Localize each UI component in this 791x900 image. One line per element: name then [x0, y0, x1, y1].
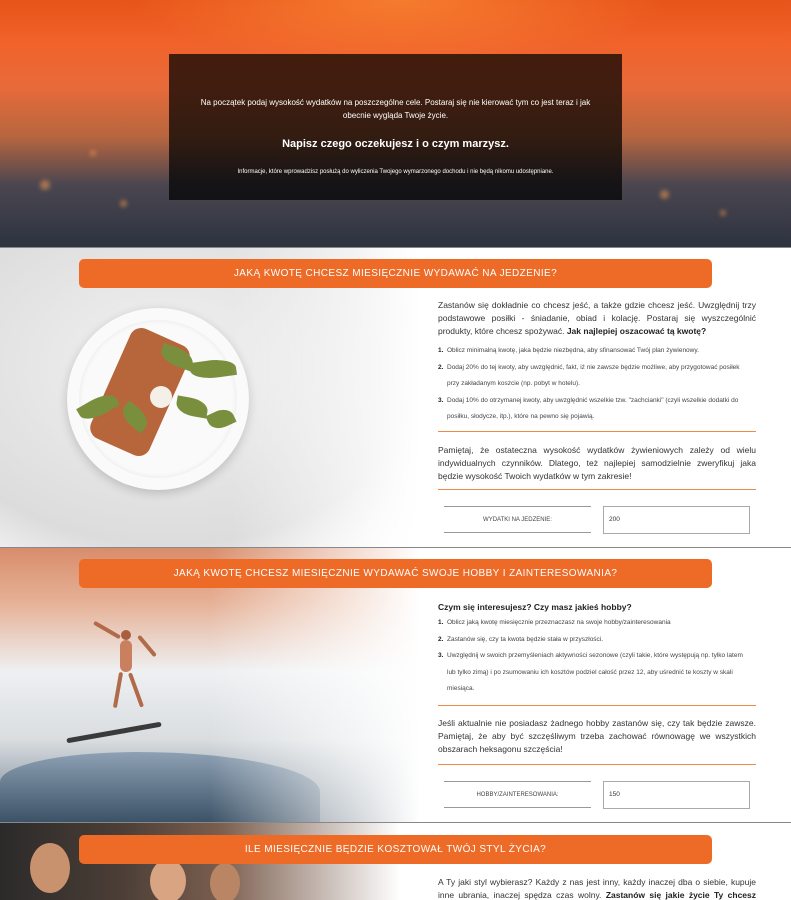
spinach-leaf	[188, 356, 238, 382]
food-banner: JAKĄ KWOTĘ CHCESZ MIESIĘCZNIE WYDAWAĆ NA…	[79, 259, 712, 288]
list-item: 2. Dodaj 20% do tej kwoty, aby uwzględnić…	[438, 363, 740, 371]
food-intro: Zastanów się dokładnie co chcesz jeść, a…	[438, 299, 756, 338]
hero-title: Napisz czego oczekujesz i o czym marzysz…	[282, 138, 509, 150]
rider-leg	[127, 672, 145, 708]
divider	[438, 705, 756, 706]
list-item: przy zakładanym koszcie (np. pobyt w hot…	[447, 380, 580, 387]
hobby-section: JAKĄ KWOTĘ CHCESZ MIESIĘCZNIE WYDAWAĆ SW…	[0, 547, 791, 822]
list-item: posiłku, słodycze, itp.), które na pewno…	[447, 413, 595, 420]
kitesurfer	[112, 630, 140, 700]
food-field-label: WYDATKI NA JEDZENIE:	[444, 506, 591, 533]
spinach-leaf	[117, 400, 153, 434]
list-item: miesiąca.	[447, 685, 475, 692]
person-face	[210, 863, 240, 900]
bokeh-light	[660, 190, 669, 199]
rider-arm	[93, 620, 121, 640]
toast	[86, 324, 194, 460]
lifestyle-banner: ILE MIESIĘCZNIE BĘDZIE KOSZTOWAŁ TWÓJ ST…	[79, 835, 712, 864]
bokeh-light	[90, 150, 96, 156]
hobby-question: Czym się interesujesz? Czy masz jakieś h…	[438, 602, 632, 612]
hero-section: Na początek podaj wysokość wydatków na p…	[0, 0, 791, 247]
hobby-closing: Jeśli aktualnie nie posiadasz żadnego ho…	[438, 718, 756, 754]
spinach-leaf	[157, 342, 197, 372]
rider-arm	[137, 634, 157, 658]
surfboard	[66, 721, 162, 744]
food-amount-input[interactable]: 200	[603, 506, 750, 534]
person-face	[150, 859, 186, 900]
divider	[438, 489, 756, 490]
spinach-leaf	[76, 389, 120, 425]
food-section: JAKĄ KWOTĘ CHCESZ MIESIĘCZNIE WYDAWAĆ NA…	[0, 247, 791, 547]
person-face	[30, 843, 70, 893]
plate	[67, 308, 249, 490]
spinach-leaf	[205, 405, 237, 433]
list-item: lub tylko zimą) i po zsumowaniu ich kosz…	[447, 668, 733, 676]
food-intro-question: Jak najlepiej oszacować tą kwotę?	[566, 326, 707, 336]
hero-intro-text: Na początek podaj wysokość wydatków na p…	[200, 98, 591, 120]
list-item: 1. Oblicz jaką kwotę miesięcznie przeznac…	[438, 619, 671, 626]
list-item: 1. Oblicz minimalną kwotę, jaka będzie ni…	[438, 347, 699, 354]
food-steps-list: 1. Oblicz minimalną kwotę, jaka będzie ni…	[438, 343, 756, 426]
hobby-content: Czym się interesujesz? Czy masz jakieś h…	[438, 602, 756, 698]
food-closing: Pamiętaj, że ostateczna wysokość wydatkó…	[438, 445, 756, 481]
rider-leg	[112, 671, 124, 709]
kitesurfer-image	[0, 548, 420, 822]
hobby-field-label: HOBBY/ZAINTERESOWANIA:	[444, 781, 591, 808]
bokeh-light	[40, 180, 50, 190]
list-item: 3. Dodaj 10% do otrzymanej kwoty, aby uwz…	[438, 396, 739, 404]
hobby-amount-input[interactable]: 150	[603, 781, 750, 809]
divider	[438, 431, 756, 432]
hero-privacy-note: Informacje, które wprowadzisz posłużą do…	[237, 169, 554, 175]
bokeh-light	[720, 210, 726, 216]
list-item: 2. Zastanów się, czy ta kwota będzie stał…	[438, 635, 604, 643]
bokeh-light	[120, 200, 127, 207]
lifestyle-intro: A Ty jaki styl wybierasz? Każdy z nas je…	[438, 876, 756, 900]
hero-info-box: Na początek podaj wysokość wydatków na p…	[169, 54, 622, 200]
sea-wave	[0, 752, 320, 822]
spinach-leaf	[174, 395, 210, 419]
hobby-steps-list: 1. Oblicz jaką kwotę miesięcznie przeznac…	[438, 615, 756, 698]
food-plate-image	[0, 248, 420, 547]
list-item: 3. Uwzględnij w swoich przemyśleniach akt…	[438, 652, 743, 659]
food-content: Zastanów się dokładnie co chcesz jeść, a…	[438, 299, 756, 426]
divider	[438, 764, 756, 765]
hobby-banner: JAKĄ KWOTĘ CHCESZ MIESIĘCZNIE WYDAWAĆ SW…	[79, 559, 712, 588]
lifestyle-section: ILE MIESIĘCZNIE BĘDZIE KOSZTOWAŁ TWÓJ ST…	[0, 822, 791, 900]
poached-egg	[150, 386, 172, 408]
